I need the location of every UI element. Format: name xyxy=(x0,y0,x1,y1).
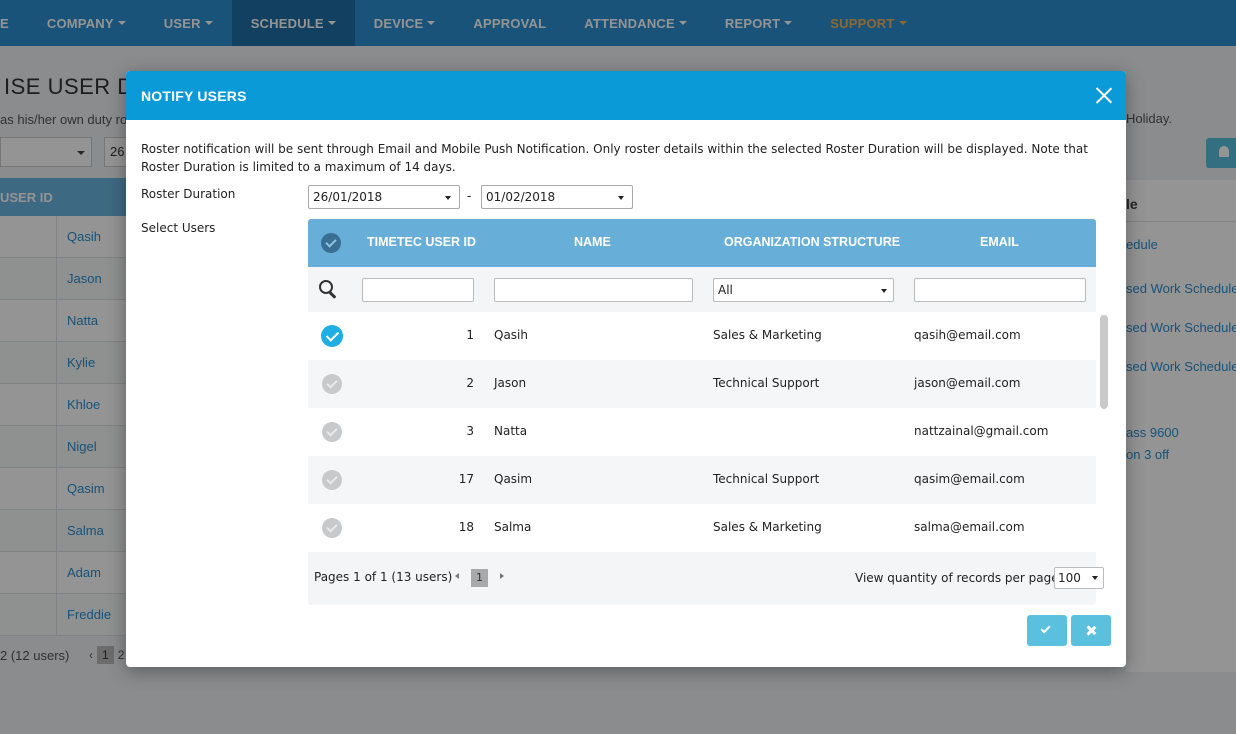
date-to-select[interactable]: 01/02/2018 xyxy=(481,185,633,209)
user-id-filter-input[interactable] xyxy=(362,278,474,302)
email-filter-input[interactable] xyxy=(914,278,1086,302)
row-checkbox[interactable] xyxy=(322,470,342,490)
name-filter-input[interactable] xyxy=(494,278,693,302)
date-from-value: 26/01/2018 xyxy=(313,190,383,204)
table-row[interactable]: 3 Natta nattzainal@gmail.com xyxy=(308,408,1096,456)
user-table-header: TIMETEC USER ID NAME ORGANIZATION STRUCT… xyxy=(308,219,1096,267)
date-separator: - xyxy=(467,189,472,203)
cell-name: Qasim xyxy=(494,472,533,486)
cell-name: Qasih xyxy=(494,328,528,342)
per-page-value: 100 xyxy=(1058,571,1081,585)
cell-org: Technical Support xyxy=(713,472,820,486)
cell-org: Technical Support xyxy=(713,376,820,390)
cell-user-id: 18 xyxy=(458,520,474,534)
table-row[interactable]: 2 Jason Technical Support jason@email.co… xyxy=(308,360,1096,408)
dialog-header: NOTIFY USERS xyxy=(126,71,1126,120)
cell-email: jason@email.com xyxy=(914,376,1021,390)
cancel-button[interactable] xyxy=(1071,615,1111,646)
user-table-body: 1 Qasih Sales & Marketing qasih@email.co… xyxy=(308,312,1096,552)
pager-prev-icon[interactable] xyxy=(455,573,459,579)
cell-user-id: 3 xyxy=(466,424,474,438)
table-row[interactable]: 1 Qasih Sales & Marketing qasih@email.co… xyxy=(308,312,1096,360)
per-page-select[interactable]: 100 xyxy=(1054,567,1104,589)
cell-user-id: 1 xyxy=(466,328,474,342)
cell-email: salma@email.com xyxy=(914,520,1025,534)
cell-email: qasih@email.com xyxy=(914,328,1021,342)
date-to-value: 01/02/2018 xyxy=(486,190,556,204)
table-pager: Pages 1 of 1 (13 users) 1 View quantity … xyxy=(308,552,1096,605)
table-row[interactable]: 18 Salma Sales & Marketing salma@email.c… xyxy=(308,504,1096,552)
select-all-checkbox[interactable] xyxy=(321,233,341,253)
cell-user-id: 2 xyxy=(466,376,474,390)
column-header-user-id[interactable]: TIMETEC USER ID xyxy=(367,235,476,249)
row-checkbox[interactable] xyxy=(322,422,342,442)
column-header-email[interactable]: EMAIL xyxy=(980,235,1019,249)
user-table: TIMETEC USER ID NAME ORGANIZATION STRUCT… xyxy=(308,219,1096,605)
checkmark-icon xyxy=(1040,623,1051,634)
roster-notice: Roster notification will be sent through… xyxy=(141,142,1088,174)
confirm-button[interactable] xyxy=(1027,615,1067,646)
cell-org: Sales & Marketing xyxy=(713,520,822,534)
select-users-label: Select Users xyxy=(141,221,216,235)
cell-name: Salma xyxy=(494,520,532,534)
row-checkbox[interactable] xyxy=(322,374,342,394)
table-row[interactable]: 17 Qasim Technical Support qasim@email.c… xyxy=(308,456,1096,504)
pager-next-icon[interactable] xyxy=(500,573,504,579)
caret-down-icon xyxy=(445,196,451,200)
cell-org: Sales & Marketing xyxy=(713,328,822,342)
close-icon[interactable] xyxy=(1095,87,1112,104)
per-page-label: View quantity of records per page xyxy=(855,571,1059,585)
pager-page-current[interactable]: 1 xyxy=(471,569,488,587)
org-filter-select[interactable]: All xyxy=(713,278,894,302)
notify-users-dialog: NOTIFY USERS Roster notification will be… xyxy=(126,71,1126,667)
caret-down-icon xyxy=(881,289,887,293)
cell-email: nattzainal@gmail.com xyxy=(914,424,1049,438)
filter-row: All xyxy=(308,267,1096,312)
column-header-org[interactable]: ORGANIZATION STRUCTURE xyxy=(724,235,900,249)
pager-summary: Pages 1 of 1 (13 users) xyxy=(314,570,453,584)
caret-down-icon xyxy=(1092,576,1098,580)
dialog-title: NOTIFY USERS xyxy=(141,87,247,104)
caret-down-icon xyxy=(618,196,624,200)
column-header-name[interactable]: NAME xyxy=(574,235,611,249)
date-from-select[interactable]: 26/01/2018 xyxy=(308,185,460,209)
roster-duration-label: Roster Duration xyxy=(141,187,236,201)
row-checkbox[interactable] xyxy=(322,518,342,538)
table-scrollbar[interactable] xyxy=(1100,315,1108,409)
row-checkbox-checked[interactable] xyxy=(321,325,343,347)
cell-email: qasim@email.com xyxy=(914,472,1025,486)
cell-name: Jason xyxy=(494,376,527,390)
cell-name: Natta xyxy=(494,424,528,438)
cell-user-id: 17 xyxy=(458,472,474,486)
org-filter-value: All xyxy=(718,283,733,297)
search-icon xyxy=(319,280,337,299)
